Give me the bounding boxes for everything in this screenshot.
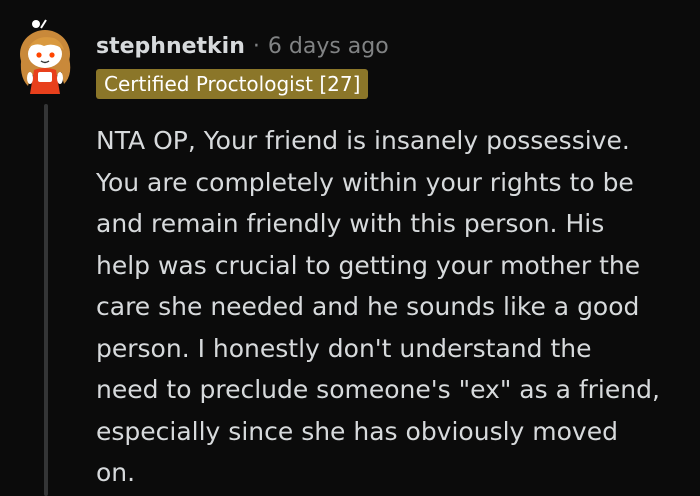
- comment-timestamp[interactable]: 6 days ago: [268, 34, 389, 59]
- comment-body-line: especially since she has obviously moved: [96, 416, 618, 446]
- thread-collapse-line[interactable]: [44, 104, 48, 496]
- user-flair-badge: Certified Proctologist [27]: [96, 69, 369, 99]
- comment-body-line: You are completely within your rights to…: [96, 167, 634, 197]
- snoo-avatar-icon[interactable]: [14, 16, 80, 96]
- comment-body-line: and remain friendly with this person. Hi…: [96, 209, 605, 238]
- comment-body-line: need to preclude someone's "ex" as a fri…: [96, 375, 660, 404]
- comment: stephnetkin · 6 days ago Certified Proct…: [0, 0, 700, 496]
- comment-meta: stephnetkin · 6 days ago: [96, 29, 389, 63]
- comment-body-line: person. I honestly don't understand the: [96, 333, 592, 363]
- comment-body-line: NTA OP, Your friend is insanely possessi…: [96, 126, 630, 155]
- username-link[interactable]: stephnetkin: [96, 34, 245, 59]
- comment-body-line: care she needed and he sounds like a goo…: [96, 292, 640, 321]
- comment-body-line: on.: [96, 458, 136, 487]
- meta-separator: ·: [252, 33, 260, 59]
- comment-body: NTA OP, Your friend is insanely possessi…: [96, 120, 686, 494]
- comment-body-line: help was crucial to getting your mother …: [96, 250, 641, 280]
